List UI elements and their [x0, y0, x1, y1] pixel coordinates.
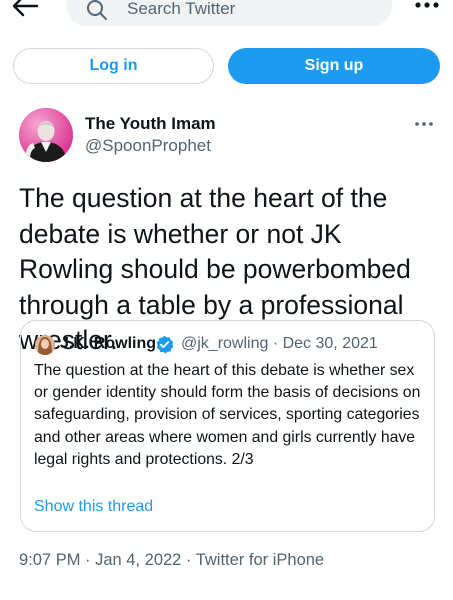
search-placeholder: Search Twitter: [127, 0, 236, 18]
author-display-name[interactable]: The Youth Imam: [85, 114, 216, 134]
tweet-page: Search Twitter Log in Sign up The Youth: [0, 0, 453, 600]
quoted-tweet-card[interactable]: J.K. Rowling @jk_rowling · Dec 30, 2021 …: [20, 320, 435, 532]
tweet-timestamp[interactable]: 9:07 PM · Jan 4, 2022 · Twitter for iPho…: [19, 551, 324, 570]
search-input[interactable]: Search Twitter: [66, 0, 392, 26]
tweet-more-icon[interactable]: [414, 119, 434, 129]
author-handle[interactable]: @SpoonProphet: [85, 136, 211, 156]
quoted-handle-date: @jk_rowling · Dec 30, 2021: [181, 335, 378, 352]
top-bar: Search Twitter: [0, 0, 453, 36]
back-arrow-icon[interactable]: [10, 0, 40, 20]
verified-badge-icon: [156, 335, 174, 354]
signup-button[interactable]: Sign up: [228, 48, 440, 84]
quoted-tweet-text: The question at the heart of this debate…: [34, 362, 421, 468]
author-avatar[interactable]: [19, 108, 73, 162]
search-icon: [87, 0, 107, 20]
show-thread-link[interactable]: Show this thread: [34, 498, 153, 516]
author-avatar-image: [19, 108, 73, 162]
more-horizontal-icon[interactable]: [414, 0, 440, 12]
quoted-author-avatar-image: [35, 335, 55, 355]
login-button[interactable]: Log in: [13, 48, 214, 84]
quoted-author-avatar: [35, 335, 55, 355]
quoted-author-display-name: J.K. Rowling: [60, 335, 156, 352]
